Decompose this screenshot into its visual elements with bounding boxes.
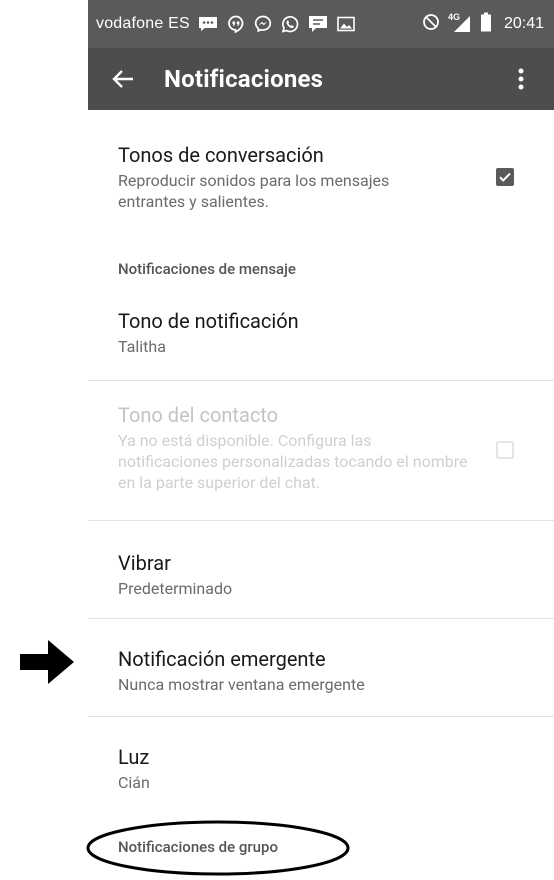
image-icon xyxy=(337,16,355,32)
light-title: Luz xyxy=(118,745,150,769)
carrier-name: vodafone ES xyxy=(96,15,190,32)
whatsapp-icon xyxy=(281,15,299,33)
notification-icons xyxy=(198,15,355,33)
divider xyxy=(88,380,554,381)
more-vertical-icon xyxy=(518,68,524,90)
conversation-tones-checkbox[interactable] xyxy=(496,168,514,186)
battery-icon xyxy=(480,12,492,37)
divider xyxy=(88,716,554,717)
contact-tone-title: Tono del contacto xyxy=(118,403,279,427)
signal-icon: 4G xyxy=(447,12,472,34)
checkmark-icon xyxy=(499,172,511,182)
popup-notification-setting[interactable]: Notificación emergente Nunca mostrar ven… xyxy=(88,646,554,695)
light-summary: Cián xyxy=(118,773,150,792)
light-setting[interactable]: Luz Cián xyxy=(88,744,554,793)
vibrate-summary: Predeterminado xyxy=(118,579,233,598)
clock: 20:41 xyxy=(503,15,544,32)
divider xyxy=(88,618,554,619)
overflow-menu-button[interactable] xyxy=(498,56,544,102)
back-button[interactable] xyxy=(100,56,146,102)
conversation-tones-summary: Reproducir sonidos para los mensajes ent… xyxy=(118,171,390,211)
pointer-arrow-icon xyxy=(20,640,74,684)
notification-tone-title: Tono de notificación xyxy=(118,309,299,333)
popup-notification-summary: Nunca mostrar ventana emergente xyxy=(118,675,365,694)
conversation-tones-title: Tonos de conversación xyxy=(118,143,324,167)
highlight-ellipse xyxy=(86,820,350,876)
contact-tone-checkbox xyxy=(496,441,514,459)
popup-notification-title: Notificación emergente xyxy=(118,647,326,671)
conversation-tones-setting[interactable]: Tonos de conversación Reproducir sonidos… xyxy=(88,142,554,212)
notification-tone-summary: Talitha xyxy=(118,337,166,356)
message-notifications-header: Notificaciones de mensaje xyxy=(118,260,296,278)
block-icon xyxy=(422,13,440,36)
contact-tone-setting: Tono del contacto Ya no está disponible.… xyxy=(88,402,554,493)
divider xyxy=(88,520,554,521)
notification-tone-setting[interactable]: Tono de notificación Talitha xyxy=(88,308,554,357)
chat-icon xyxy=(308,15,328,33)
vibrate-setting[interactable]: Vibrar Predeterminado xyxy=(88,550,554,599)
arrow-left-icon xyxy=(112,70,133,88)
message-icon xyxy=(198,16,218,32)
app-bar: Notificaciones xyxy=(88,48,554,110)
page-title: Notificaciones xyxy=(164,65,324,93)
contact-tone-summary: Ya no está disponible. Configura las not… xyxy=(118,431,468,492)
status-right-group: 4G 20:41 xyxy=(422,0,544,48)
status-bar: vodafone ES 4G 20:41 xyxy=(88,0,554,48)
messenger-icon xyxy=(254,15,272,33)
screen: vodafone ES 4G 20:41 Notificaciones Tono… xyxy=(88,0,554,880)
vibrate-title: Vibrar xyxy=(118,551,171,575)
network-type-label: 4G xyxy=(447,12,460,22)
hangouts-icon xyxy=(227,15,245,33)
